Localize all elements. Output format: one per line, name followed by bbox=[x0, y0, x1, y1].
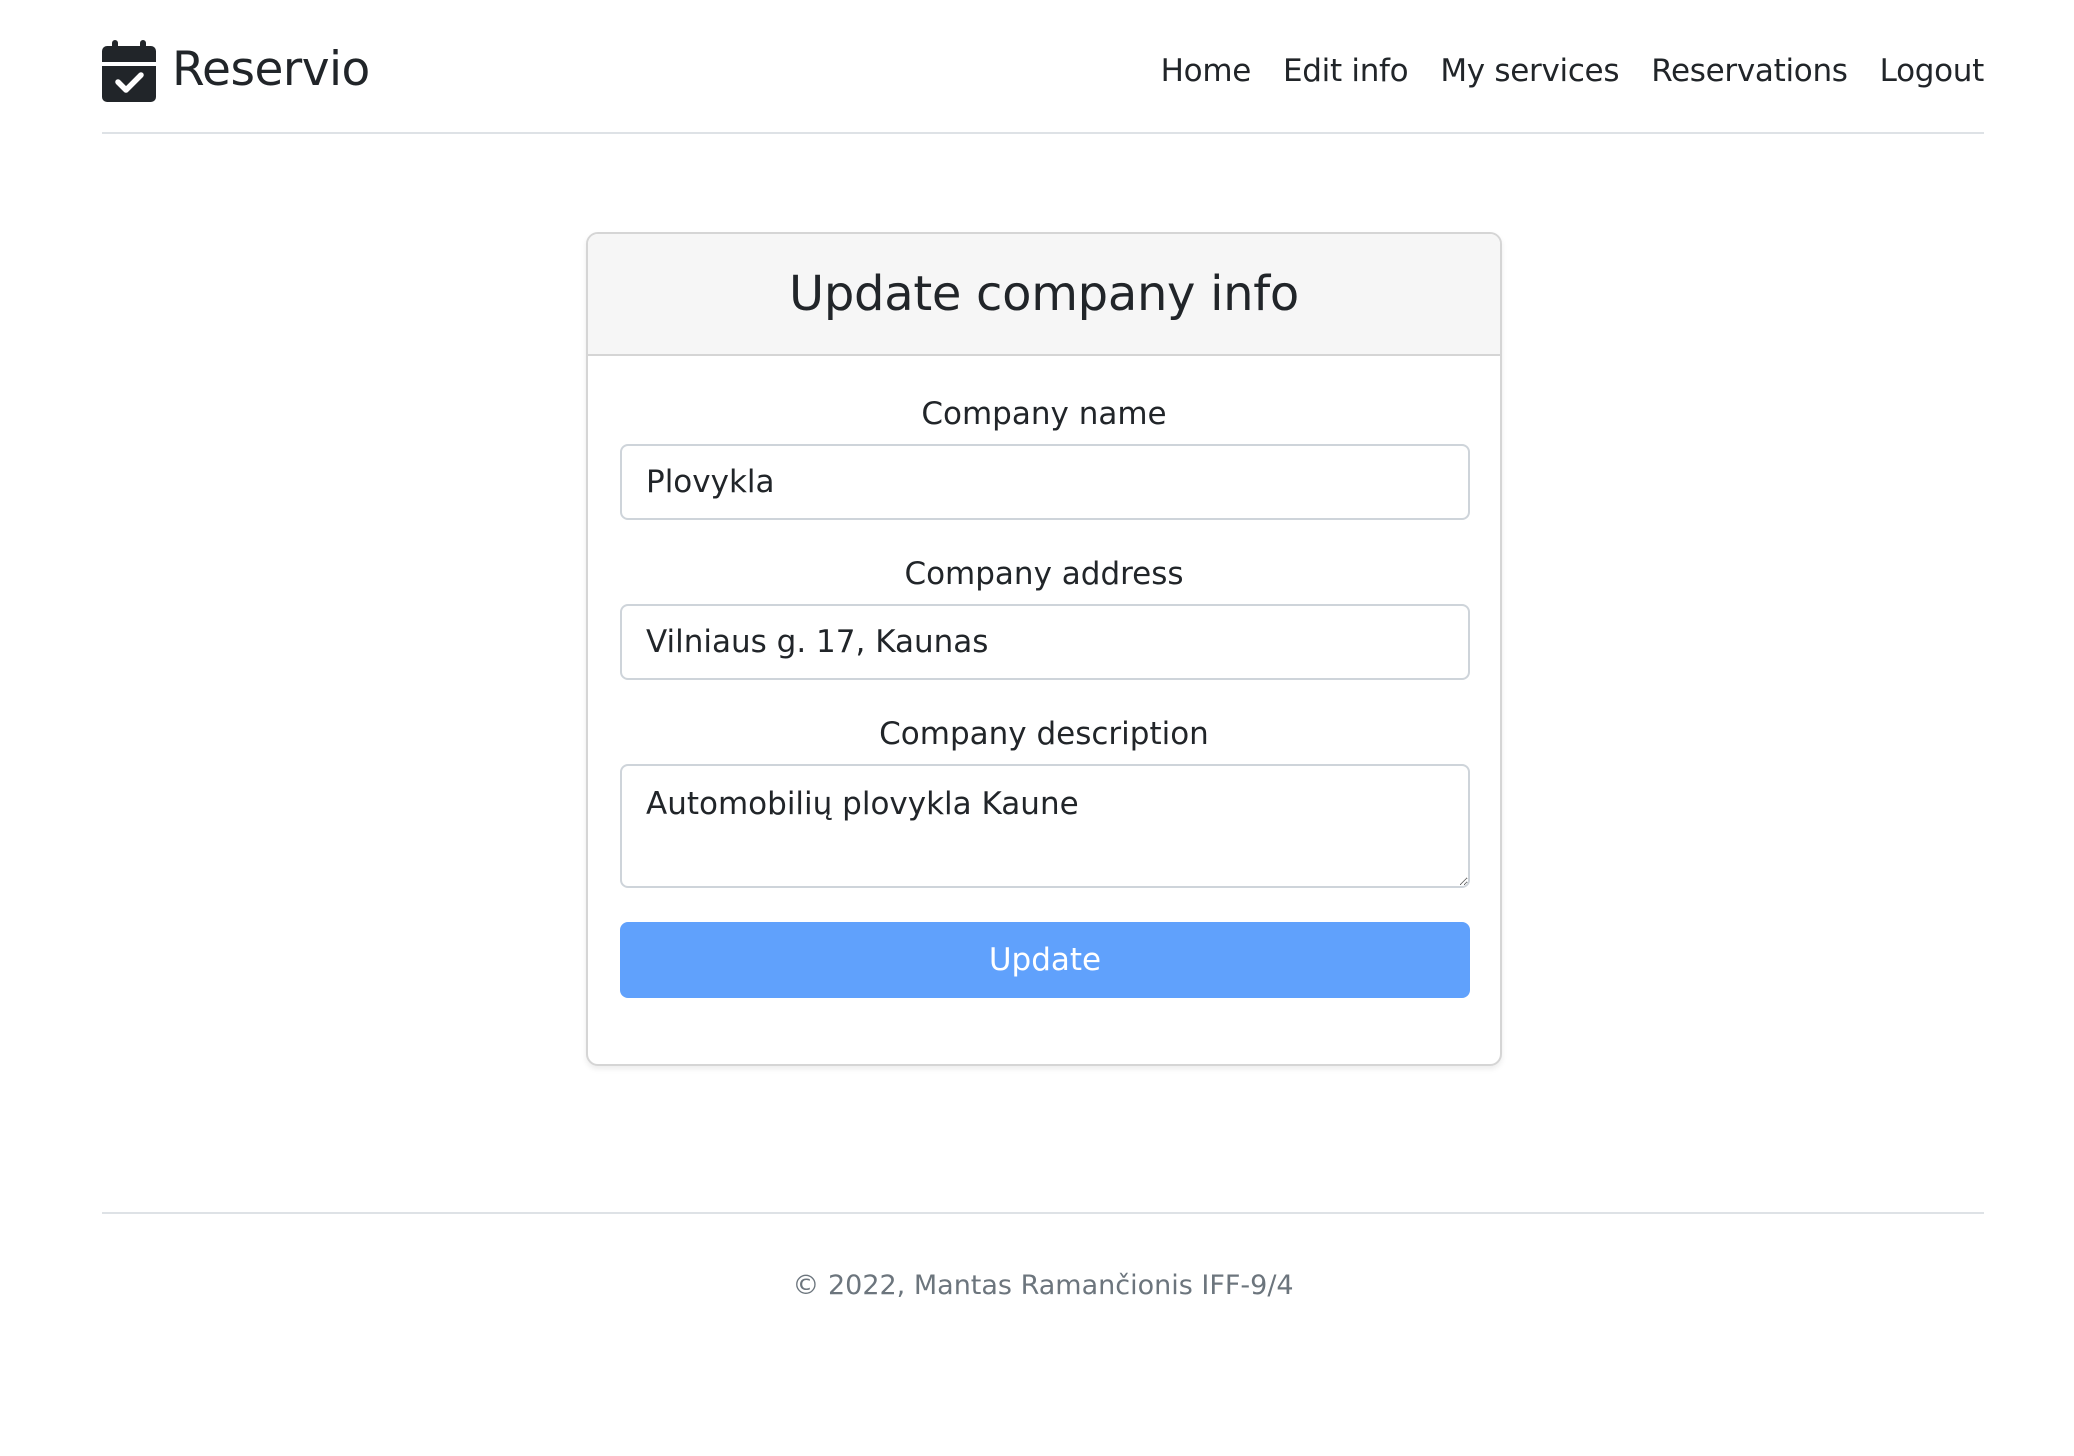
update-company-card: Update company info Company name Company… bbox=[586, 232, 1502, 1066]
site-header: Reservio Home Edit info My services Rese… bbox=[102, 0, 1984, 134]
update-button[interactable]: Update bbox=[620, 922, 1470, 998]
company-address-input[interactable] bbox=[620, 604, 1470, 680]
brand-name: Reservio bbox=[172, 42, 370, 97]
footer-copyright: © 2022, Mantas Ramančionis IFF-9/4 bbox=[792, 1270, 1294, 1301]
company-description-textarea[interactable]: Automobilių plovykla Kaune bbox=[620, 764, 1470, 888]
nav-reservations[interactable]: Reservations bbox=[1651, 48, 1848, 94]
calendar-check-icon bbox=[102, 40, 156, 102]
nav-home[interactable]: Home bbox=[1161, 48, 1252, 94]
company-name-label: Company name bbox=[921, 396, 1167, 432]
company-description-label: Company description bbox=[879, 716, 1209, 752]
company-name-input[interactable] bbox=[620, 444, 1470, 520]
nav-edit-info[interactable]: Edit info bbox=[1283, 48, 1409, 94]
company-address-label: Company address bbox=[904, 556, 1184, 592]
card-body: Company name Company address Company des… bbox=[588, 394, 1500, 998]
site-footer: © 2022, Mantas Ramančionis IFF-9/4 bbox=[102, 1212, 1984, 1304]
brand-link[interactable]: Reservio bbox=[102, 38, 370, 102]
page: Reservio Home Edit info My services Rese… bbox=[0, 0, 2074, 1456]
card-title: Update company info bbox=[789, 266, 1299, 322]
main-nav: Home Edit info My services Reservations … bbox=[1161, 48, 1985, 94]
card-header: Update company info bbox=[588, 234, 1500, 356]
nav-logout[interactable]: Logout bbox=[1880, 48, 1985, 94]
nav-my-services[interactable]: My services bbox=[1440, 48, 1619, 94]
